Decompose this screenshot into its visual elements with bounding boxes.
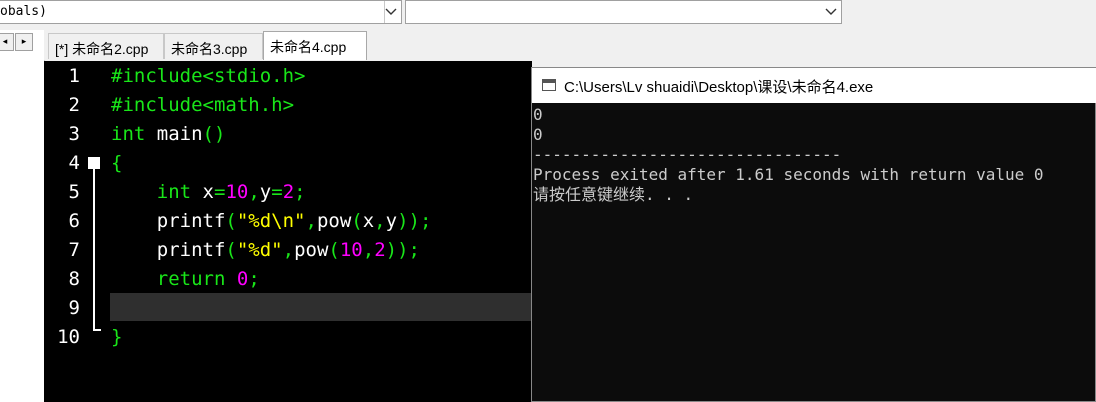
code-line[interactable]: #include<stdio.h>: [111, 62, 305, 91]
console-title-bar[interactable]: C:\Users\Lv shuaidi\Desktop\课设\未命名4.exe: [532, 68, 1096, 103]
code-token: ));: [385, 239, 420, 261]
console-window[interactable]: C:\Users\Lv shuaidi\Desktop\课设\未命名4.exe …: [531, 67, 1096, 402]
code-line[interactable]: printf("%d\n",pow(x,y));: [111, 207, 432, 236]
console-line: 0: [533, 105, 543, 124]
toolbar: obals): [0, 0, 1096, 30]
scope-combobox-value: obals): [0, 4, 47, 19]
code-token: 0: [236, 268, 249, 290]
arrow-right-icon: ▸: [21, 37, 27, 47]
line-number: 8: [68, 268, 80, 290]
code-token: ,: [305, 210, 317, 232]
line-number: 3: [68, 123, 80, 145]
code-token: (: [225, 210, 237, 232]
tab-file-4-active[interactable]: 未命名4.cpp: [263, 31, 367, 60]
console-line: Process exited after 1.61 seconds with r…: [533, 165, 1044, 184]
scroll-right-button[interactable]: ▸: [15, 33, 33, 51]
code-line[interactable]: int x=10,y=2;: [111, 178, 306, 207]
code-token: 2: [282, 181, 295, 203]
code-token: y: [385, 210, 398, 232]
code-token: ,: [362, 239, 375, 261]
line-number: 2: [68, 94, 80, 116]
code-token: int: [156, 181, 192, 203]
line-number: 4: [68, 152, 80, 174]
code-token: =: [271, 181, 283, 203]
code-editor[interactable]: 1 2 3 4 5 6 7 8 9 10 #include<stdio.h> #include<ma…: [44, 61, 532, 402]
console-window-icon: [542, 79, 556, 91]
fold-range-line: [93, 169, 95, 329]
line-number: 1: [68, 65, 80, 87]
code-token: x: [191, 181, 214, 203]
fold-range-end: [93, 329, 101, 331]
code-token: "%d": [236, 239, 283, 261]
fold-toggle-icon[interactable]: [88, 157, 100, 169]
code-token: ;: [248, 268, 260, 290]
line-number: 10: [57, 326, 80, 348]
code-token: =: [213, 181, 226, 203]
line-number: 6: [68, 210, 80, 232]
code-token: ;: [294, 181, 306, 203]
code-token: ,: [248, 181, 260, 203]
code-line[interactable]: #include<math.h>: [111, 91, 294, 120]
code-line[interactable]: printf("%d",pow(10,2));: [111, 236, 420, 265]
code-token: return: [156, 268, 226, 290]
code-token: (: [225, 239, 237, 261]
code-token: #include<stdio.h>: [111, 65, 306, 87]
console-title: C:\Users\Lv shuaidi\Desktop\课设\未命名4.exe: [564, 79, 874, 96]
code-line[interactable]: {: [111, 149, 122, 178]
tab-file-2[interactable]: [*] 未命名2.cpp: [48, 33, 164, 59]
console-output[interactable]: 0 0 -------------------------------- Proces…: [532, 104, 1095, 401]
symbol-combobox[interactable]: [405, 0, 842, 24]
code-token: y: [259, 181, 272, 203]
console-line: --------------------------------: [533, 145, 842, 164]
chevron-down-icon[interactable]: [381, 1, 401, 23]
code-token: ,: [374, 210, 386, 232]
code-token: ));: [397, 210, 432, 232]
project-panel: ◂ ▸: [0, 30, 45, 402]
code-token: #include<math.h>: [111, 94, 295, 116]
code-token: main: [145, 123, 203, 145]
code-token: 10: [225, 181, 249, 203]
code-line[interactable]: int main(): [111, 120, 225, 149]
code-token: pow: [294, 239, 329, 261]
code-token: x: [362, 210, 375, 232]
editor-tab-bar: [*] 未命名2.cpp 未命名3.cpp 未命名4.cpp: [44, 30, 1096, 60]
code-token: "%d\n": [236, 210, 306, 232]
console-line: 0: [533, 125, 543, 144]
code-token: 2: [374, 239, 386, 261]
code-token: int: [111, 123, 146, 145]
tab-file-3[interactable]: 未命名3.cpp: [164, 33, 263, 59]
code-token: }: [111, 326, 123, 348]
scope-combobox[interactable]: obals): [0, 0, 402, 24]
code-token: ,: [282, 239, 295, 261]
code-token: printf: [111, 210, 226, 232]
code-token: {: [111, 152, 123, 174]
line-number: 7: [68, 239, 80, 261]
code-token: (): [202, 123, 226, 145]
arrow-left-icon: ◂: [2, 37, 8, 47]
code-line[interactable]: }: [111, 323, 122, 352]
console-line: 请按任意键继续. . .: [533, 185, 694, 204]
code-token: (: [351, 210, 363, 232]
line-number: 5: [68, 181, 80, 203]
line-number-gutter: 1 2 3 4 5 6 7 8 9 10: [44, 61, 106, 402]
line-number: 9: [68, 297, 80, 319]
code-token: printf: [111, 239, 226, 261]
scroll-left-button[interactable]: ◂: [0, 33, 14, 51]
code-token: (: [328, 239, 340, 261]
code-token: pow: [316, 210, 352, 232]
chevron-down-icon[interactable]: [821, 1, 841, 23]
code-token: 10: [339, 239, 363, 261]
current-line-highlight: [110, 293, 532, 321]
code-line[interactable]: return 0;: [111, 265, 260, 294]
